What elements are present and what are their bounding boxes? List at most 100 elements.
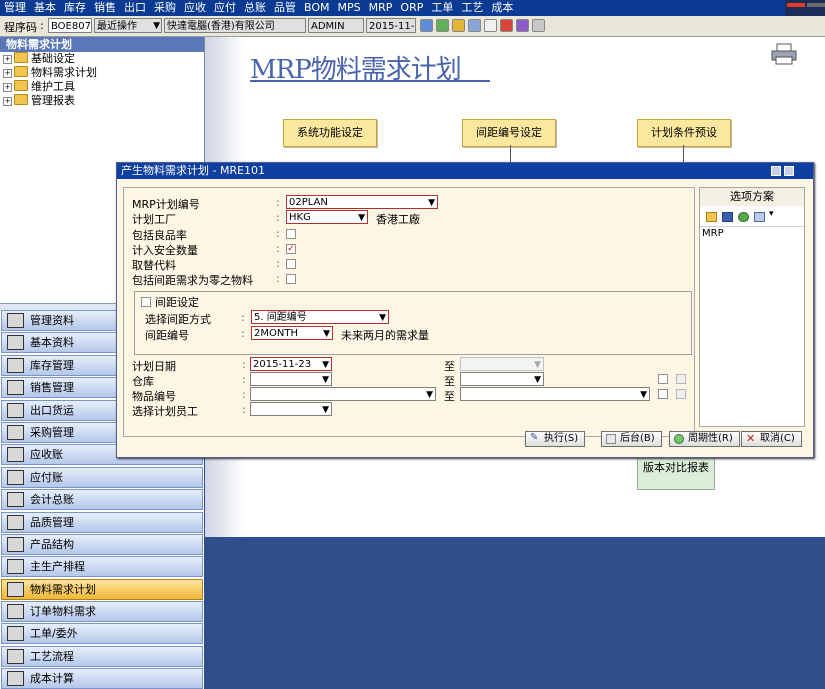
tree-item-reports[interactable]: + 管理报表 (0, 94, 204, 108)
menu-item-mrp[interactable]: MRP (365, 0, 397, 16)
expand-icon[interactable]: + (3, 55, 12, 64)
chevron-down-icon: ▼ (323, 329, 330, 339)
mps-icon (7, 559, 24, 575)
warehouse-from[interactable]: ▼ (250, 372, 332, 386)
tray-area (785, 0, 825, 16)
item-no-from[interactable]: ▼ (250, 387, 436, 401)
warehouse-option-checkbox[interactable] (658, 374, 668, 384)
nav-item[interactable]: 成本计算 (1, 668, 203, 689)
chevron-down-icon: ▼ (640, 390, 647, 400)
nav-item-active[interactable]: 物料需求计划 (1, 578, 203, 600)
menu-item-cost[interactable]: 成本 (487, 0, 517, 16)
background-button[interactable]: 后台(B) (601, 431, 662, 447)
nav-item[interactable]: 产品结构 (1, 533, 203, 555)
home-icon[interactable] (420, 19, 433, 32)
menu-item-basic[interactable]: 基本 (30, 0, 60, 16)
menu-item-process[interactable]: 工艺 (457, 0, 487, 16)
window-icon[interactable] (468, 19, 481, 32)
plan-no-select[interactable]: 02PLAN ▼ (286, 195, 438, 209)
gap-group-icon (141, 297, 151, 307)
item-all-checkbox[interactable] (676, 389, 686, 399)
periodic-button[interactable]: 周期性(R) (669, 431, 740, 447)
chevron-down-icon: ▼ (534, 360, 541, 370)
item-option-checkbox[interactable] (658, 389, 668, 399)
refresh-icon[interactable] (436, 19, 449, 32)
gap-code-select[interactable]: 2MONTH ▼ (251, 326, 333, 340)
menu-item-quality[interactable]: 品管 (270, 0, 300, 16)
planner-select[interactable]: ▼ (250, 402, 332, 416)
nav-item[interactable]: 应付账 (1, 466, 203, 488)
execute-button[interactable]: ✎ 执行(S) (525, 431, 586, 447)
program-code-input[interactable]: BOE807 (48, 18, 92, 33)
exit-icon[interactable] (532, 19, 545, 32)
chevron-down-icon: ▼ (322, 375, 329, 385)
nav-item[interactable]: 工单/委外 (1, 623, 203, 645)
plan-date-to[interactable]: ▼ (460, 357, 544, 371)
clock-icon (674, 434, 684, 444)
menu-item-inventory[interactable]: 库存 (60, 0, 90, 16)
printer-icon[interactable] (771, 43, 797, 65)
favorite-icon[interactable] (452, 19, 465, 32)
menu-item-mps[interactable]: MPS (334, 0, 365, 16)
folder-icon (14, 52, 28, 63)
tree-item-maintenance-tools[interactable]: + 维护工具 (0, 80, 204, 94)
close-icon[interactable] (784, 166, 794, 176)
open-folder-icon[interactable] (706, 212, 717, 222)
minimize-icon[interactable] (771, 166, 781, 176)
good-rate-checkbox[interactable] (286, 229, 296, 239)
chevron-down-icon[interactable]: ▾ (769, 209, 774, 219)
warehouse-all-checkbox[interactable] (676, 374, 686, 384)
gap-method-select[interactable]: 5. 间距编号 ▼ (251, 310, 389, 324)
system-settings-button[interactable]: 系统功能设定 (283, 119, 377, 147)
plan-conditions-button[interactable]: 计划条件预设 (637, 119, 731, 147)
menu-item-payable[interactable]: 应付 (210, 0, 240, 16)
to-label: 至 (444, 390, 455, 403)
zero-gap-checkbox[interactable] (286, 274, 296, 284)
document-icon[interactable] (484, 19, 497, 32)
to-label: 至 (444, 375, 455, 388)
nav-item[interactable]: 品质管理 (1, 511, 203, 533)
version-compare-report-button[interactable]: 版本对比报表 (637, 454, 715, 490)
menu-item-receivable[interactable]: 应收 (180, 0, 210, 16)
menu-item-orp[interactable]: ORP (396, 0, 427, 16)
options-list-item[interactable]: MRP (702, 228, 724, 239)
folder-icon (14, 80, 28, 91)
menu-item-purchase[interactable]: 采购 (150, 0, 180, 16)
tree-item-basic-settings[interactable]: + 基础设定 (0, 52, 204, 66)
menu-item-sales[interactable]: 销售 (90, 0, 120, 16)
good-rate-label: 包括良品率 (132, 229, 187, 242)
planner-label: 选择计划员工 (132, 405, 198, 418)
expand-icon[interactable]: + (3, 83, 12, 92)
plant-select[interactable]: HKG ▼ (286, 210, 368, 224)
folder-icon (14, 66, 28, 77)
refresh-icon[interactable] (738, 212, 749, 222)
plan-date-from[interactable]: 2015-11-23 ▼ (250, 357, 332, 371)
warehouse-to[interactable]: ▼ (460, 372, 544, 386)
menu-item-ledger[interactable]: 总账 (240, 0, 270, 16)
menu-item-bom[interactable]: BOM (300, 0, 334, 16)
tree-item-mrp[interactable]: + 物料需求计划 (0, 66, 204, 80)
alert-icon[interactable] (500, 19, 513, 32)
execute-icon: ✎ (530, 432, 539, 443)
workorder-icon (7, 626, 24, 642)
save-icon[interactable] (722, 212, 733, 222)
expand-icon[interactable]: + (3, 69, 12, 78)
nav-item[interactable]: 订单物料需求 (1, 601, 203, 623)
grid-icon[interactable] (754, 212, 765, 222)
gap-code-settings-button[interactable]: 间距编号设定 (462, 119, 556, 147)
basic-data-icon (7, 335, 24, 351)
nav-item[interactable]: 工艺流程 (1, 645, 203, 667)
user-icon[interactable] (516, 19, 529, 32)
item-no-to[interactable]: ▼ (460, 387, 650, 401)
menu-item-management[interactable]: 管理 (0, 0, 30, 16)
recent-operations-dropdown[interactable]: 最近操作 ▼ (94, 18, 162, 33)
nav-item[interactable]: 会计总账 (1, 489, 203, 511)
safety-qty-checkbox[interactable]: ✓ (286, 244, 296, 254)
menu-item-export[interactable]: 出口 (120, 0, 150, 16)
toolbar: 程序码 : BOE807 最近操作 ▼ 快達電腦(香港)有限公司 ADMIN 20… (0, 16, 825, 37)
nav-item[interactable]: 主生产排程 (1, 556, 203, 578)
expand-icon[interactable]: + (3, 97, 12, 106)
menu-item-workorder[interactable]: 工单 (427, 0, 457, 16)
substitute-checkbox[interactable] (286, 259, 296, 269)
cancel-button[interactable]: ✕ 取消(C) (741, 431, 802, 447)
